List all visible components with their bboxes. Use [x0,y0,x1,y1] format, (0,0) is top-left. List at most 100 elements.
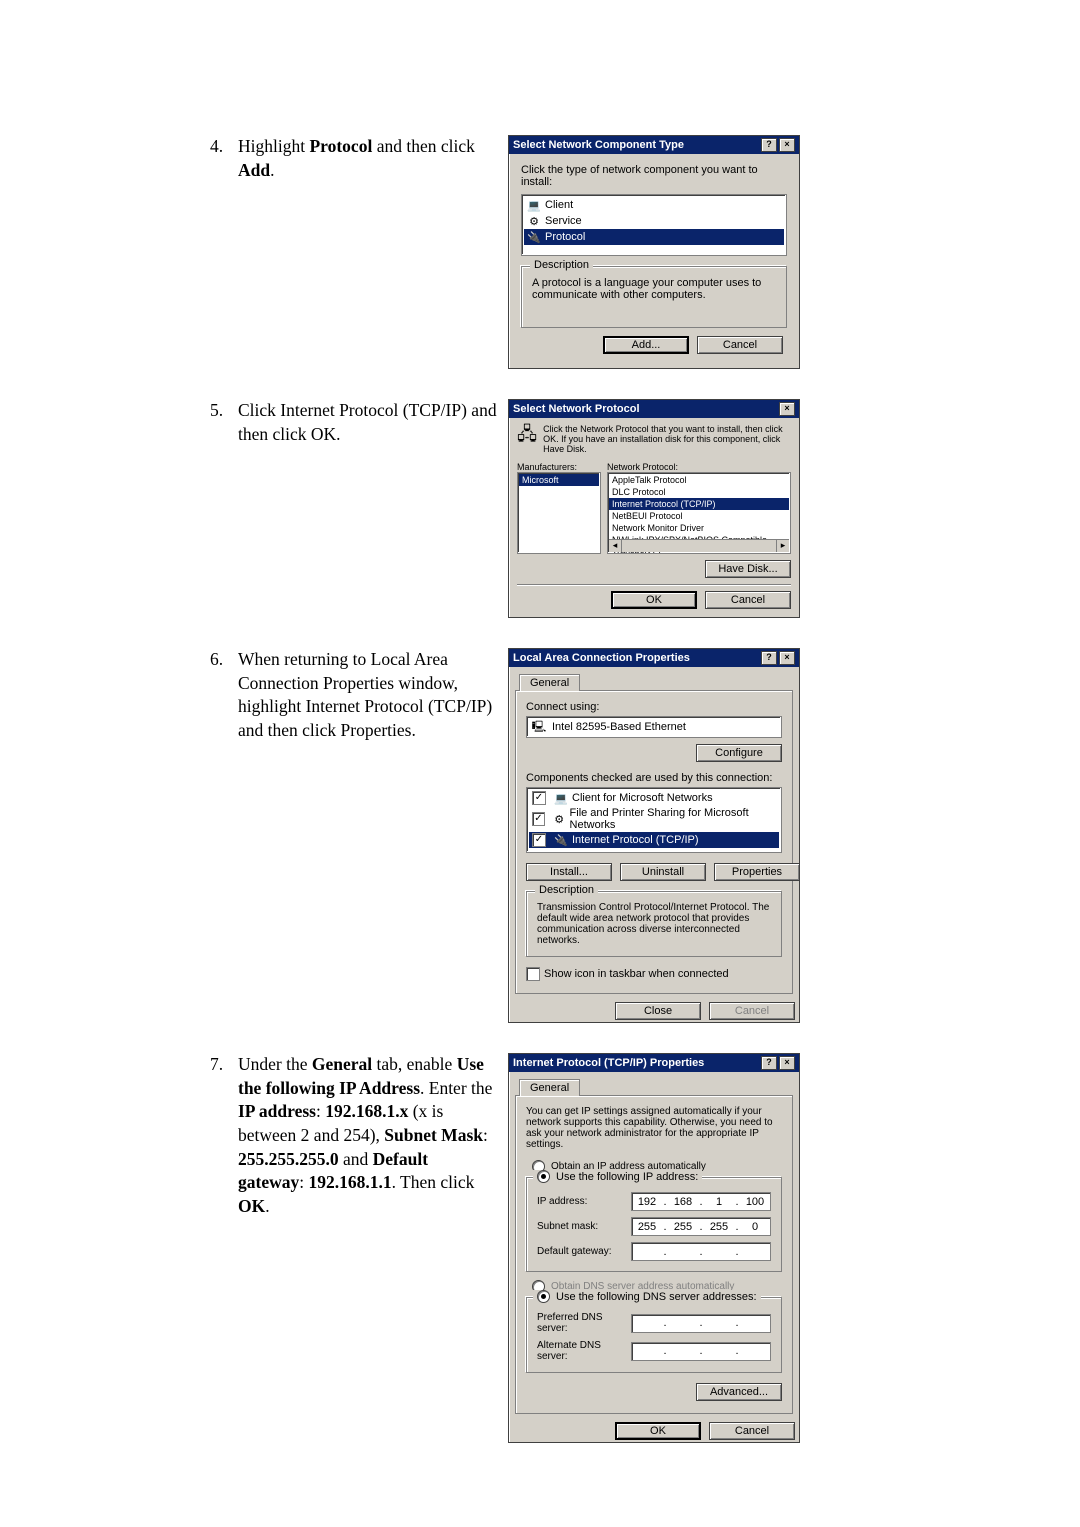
scroll-left-icon[interactable]: ◂ [609,540,622,552]
checkbox-icon[interactable]: ✓ [532,812,545,826]
radio-label: Use the following IP address: [556,1171,698,1183]
list-item[interactable]: Network Monitor Driver [609,522,789,534]
protocol-label: Network Protocol: [607,462,791,472]
dialog-title: Internet Protocol (TCP/IP) Properties [513,1057,704,1069]
tb: 192.168.1.1 [308,1172,391,1192]
subnet-mask-field[interactable]: 255. 255. 255. 0 [631,1217,771,1236]
intro-text: You can get IP settings assigned automat… [526,1106,782,1150]
add-button[interactable]: Add... [603,336,689,354]
list-item-tcpip[interactable]: ✓ 🔌 Internet Protocol (TCP/IP) [529,832,779,848]
advanced-button[interactable]: Advanced... [696,1383,782,1401]
radio-icon[interactable] [537,1170,550,1183]
ok-button[interactable]: OK [615,1422,701,1440]
help-icon[interactable]: ? [761,651,777,665]
list-item-service[interactable]: ⚙ Service [524,213,784,229]
cancel-button[interactable]: Cancel [709,1422,795,1440]
step-5-number: 5. [210,399,238,423]
close-button[interactable]: Close [615,1002,701,1020]
ip-address-field[interactable]: 192. 168. 1. 100 [631,1192,771,1211]
t: : [316,1101,325,1121]
alternate-dns-label: Alternate DNS server: [537,1340,631,1362]
list-item[interactable]: AppleTalk Protocol [609,474,789,486]
list-item-label: Protocol [545,231,585,243]
step-5-row: 5. Click Internet Protocol (TCP/IP) and … [210,399,900,618]
radio-static-ip[interactable]: Use the following IP address: [533,1170,702,1183]
tb: 192.168.1.x [325,1101,408,1121]
list-item[interactable]: NetBEUI Protocol [609,510,789,522]
gateway-label: Default gateway: [537,1246,631,1257]
components-label: Components checked are used by this conn… [526,772,782,784]
dialog-titlebar: Internet Protocol (TCP/IP) Properties ? … [509,1054,799,1072]
tab-general[interactable]: General [519,1079,580,1096]
uninstall-button[interactable]: Uninstall [620,863,706,881]
manufacturers-list[interactable]: Microsoft [517,472,601,554]
step-6-screenshot: Local Area Connection Properties ? × Gen… [508,648,900,1023]
dialog-titlebar: Local Area Connection Properties ? × [509,649,799,667]
close-icon[interactable]: × [779,651,795,665]
list-item[interactable]: ✓ 💻 Client for Microsoft Networks [529,790,779,806]
close-icon[interactable]: × [779,402,795,416]
radio-label: Use the following DNS server addresses: [556,1291,757,1303]
help-icon[interactable]: ? [761,1056,777,1070]
step-4-screenshot: Select Network Component Type ? × Click … [508,135,900,369]
group-legend: Description [535,884,598,896]
show-icon-checkbox[interactable] [526,967,540,981]
cancel-button: Cancel [709,1002,795,1020]
text-bold: Protocol [309,136,372,156]
subnet-mask-label: Subnet mask: [537,1221,631,1232]
list-item[interactable]: ✓ ⚙ File and Printer Sharing for Microso… [529,806,779,832]
ip-seg[interactable]: 255 [704,1221,734,1233]
list-item-label: Client [545,199,573,211]
properties-button[interactable]: Properties [714,863,800,881]
step-5-screenshot: Select Network Protocol × 🖧 Click the Ne… [508,399,900,618]
list-item-tcpip[interactable]: Internet Protocol (TCP/IP) [609,498,789,510]
tab-general[interactable]: General [519,674,580,691]
dialog-title: Local Area Connection Properties [513,652,690,664]
radio-static-dns[interactable]: Use the following DNS server addresses: [533,1290,761,1303]
install-button[interactable]: Install... [526,863,612,881]
ip-seg[interactable]: 1 [704,1196,734,1208]
close-icon[interactable]: × [779,1056,795,1070]
close-icon[interactable]: × [779,138,795,152]
list-item-client[interactable]: 💻 Client [524,197,784,213]
ip-seg[interactable]: 0 [740,1221,770,1233]
network-icon: 🖧 [517,424,537,450]
dialog-lan-properties: Local Area Connection Properties ? × Gen… [508,648,800,1023]
preferred-dns-field[interactable]: . . . [631,1314,771,1333]
checkbox-icon[interactable]: ✓ [532,833,546,847]
ip-seg[interactable]: 255 [632,1221,662,1233]
protocol-list[interactable]: AppleTalk Protocol DLC Protocol Internet… [607,472,791,554]
checkbox-icon[interactable]: ✓ [532,791,546,805]
gateway-field[interactable]: . . . [631,1242,771,1261]
components-list[interactable]: ✓ 💻 Client for Microsoft Networks ✓ ⚙ Fi… [526,787,782,853]
dialog-titlebar: Select Network Component Type ? × [509,136,799,154]
dialog-title: Select Network Protocol [513,403,640,415]
client-icon: 💻 [554,791,568,805]
cancel-button[interactable]: Cancel [705,591,791,609]
tb: Subnet Mask [384,1125,483,1145]
ip-seg[interactable]: 100 [740,1196,770,1208]
component-type-list[interactable]: 💻 Client ⚙ Service 🔌 Protocol [521,194,787,256]
scroll-right-icon[interactable]: ▸ [776,540,789,552]
list-item-protocol[interactable]: 🔌 Protocol [524,229,784,245]
protocol-icon: 🔌 [527,230,541,244]
list-item-label: NetBEUI Protocol [612,511,683,521]
step-7-screenshot: Internet Protocol (TCP/IP) Properties ? … [508,1053,900,1443]
list-item-manufacturer[interactable]: Microsoft [519,474,599,486]
step-4-number: 4. [210,135,238,159]
show-icon-label: Show icon in taskbar when connected [544,968,729,980]
radio-icon[interactable] [537,1290,550,1303]
cancel-button[interactable]: Cancel [697,336,783,354]
help-icon[interactable]: ? [761,138,777,152]
list-item[interactable]: DLC Protocol [609,486,789,498]
alternate-dns-field[interactable]: . . . [631,1342,771,1361]
ok-button[interactable]: OK [611,591,697,609]
configure-button[interactable]: Configure [696,744,782,762]
have-disk-button[interactable]: Have Disk... [705,560,791,578]
ip-seg[interactable]: 192 [632,1196,662,1208]
ip-seg[interactable]: 168 [668,1196,698,1208]
ip-seg[interactable]: 255 [668,1221,698,1233]
list-item-label: Network Monitor Driver [612,523,704,533]
t: . Enter the [420,1078,492,1098]
dialog-instruction: Click the Network Protocol that you want… [543,424,791,454]
